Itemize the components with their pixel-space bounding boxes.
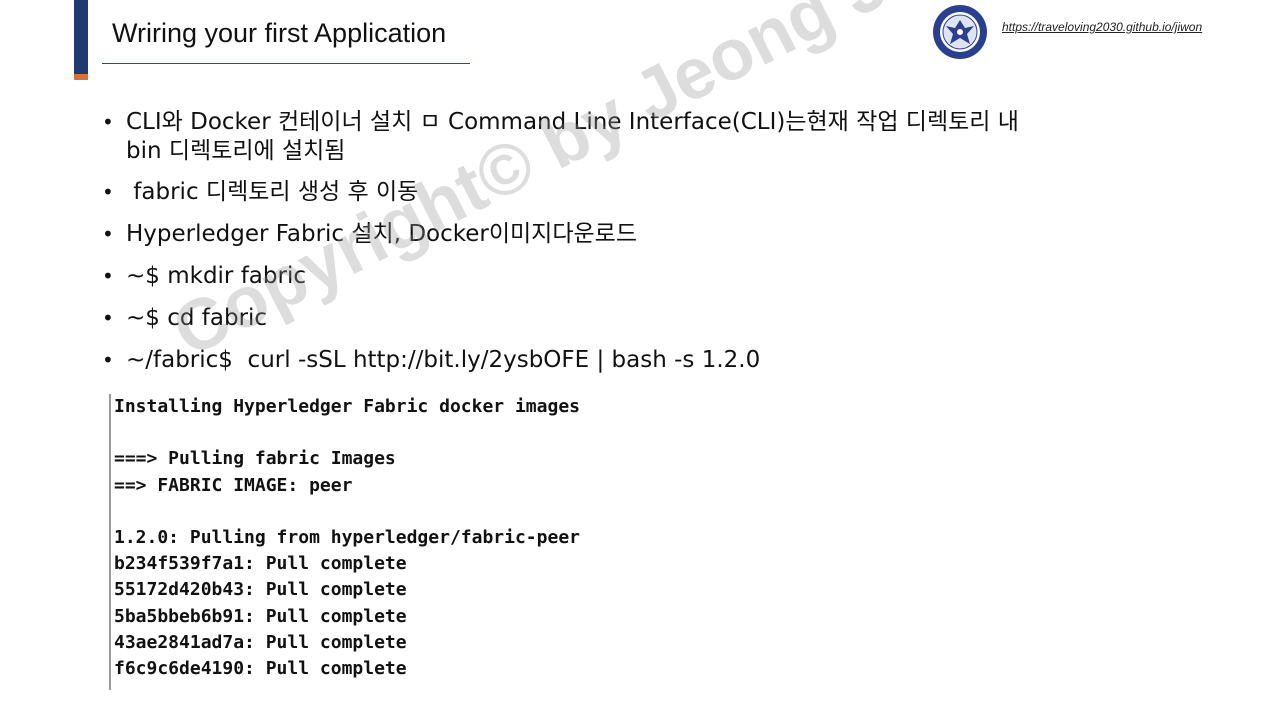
bullet-text: ~/fabric$ curl -sSL http://bit.ly/2ysbOF… xyxy=(126,347,761,373)
bullet-list: • CLI와 Docker 컨테이너 설치 ㅁ Command Line Int… xyxy=(100,108,1180,375)
bullet-dot: • xyxy=(102,180,114,204)
terminal-output-screenshot: Installing Hyperledger Fabric docker ima… xyxy=(109,394,701,690)
bullet-text: CLI와 Docker 컨테이너 설치 ㅁ Command Line Inter… xyxy=(126,109,1019,135)
terminal-line: ==> FABRIC IMAGE: peer xyxy=(114,474,353,496)
slide-title: Wriring your first Application xyxy=(112,18,447,48)
title-accent-bar-tip xyxy=(74,74,88,80)
source-url-link[interactable]: https://traveloving2030.github.io/jiwon xyxy=(1002,20,1202,34)
title-underline xyxy=(102,63,470,64)
bullet-item: • ~$ mkdir fabric xyxy=(100,262,1180,291)
bullet-text: ~$ mkdir fabric xyxy=(126,263,306,289)
title-accent-bar xyxy=(74,0,88,80)
bullet-text: Hyperledger Fabric 설치, Docker이미지다운로드 xyxy=(126,221,637,247)
bullet-item: • ~$ cd fabric xyxy=(100,304,1180,333)
terminal-line: 43ae2841ad7a: Pull complete xyxy=(114,631,407,653)
terminal-line: 5ba5bbeb6b91: Pull complete xyxy=(114,605,407,627)
terminal-line: Installing Hyperledger Fabric docker ima… xyxy=(114,396,580,417)
terminal-line: ===> Pulling fabric Images xyxy=(114,448,396,470)
terminal-line: 55172d420b43: Pull complete xyxy=(114,579,407,601)
bullet-text: ~$ cd fabric xyxy=(126,305,268,331)
bullet-item: • fabric 디렉토리 생성 후 이동 xyxy=(100,178,1180,207)
bullet-dot: • xyxy=(102,264,114,288)
bullet-item: • CLI와 Docker 컨테이너 설치 ㅁ Command Line Int… xyxy=(100,108,1180,166)
bullet-item: • ~/fabric$ curl -sSL http://bit.ly/2ysb… xyxy=(100,346,1180,375)
university-seal-icon xyxy=(933,5,987,59)
bullet-dot: • xyxy=(102,110,114,134)
terminal-line: b234f539f7a1: Pull complete xyxy=(114,553,407,575)
bullet-dot: • xyxy=(102,306,114,330)
bullet-text: fabric 디렉토리 생성 후 이동 xyxy=(126,179,419,205)
terminal-line: f6c9c6de4190: Pull complete xyxy=(114,658,407,680)
bullet-dot: • xyxy=(102,222,114,246)
bullet-item: • Hyperledger Fabric 설치, Docker이미지다운로드 xyxy=(100,220,1180,249)
bullet-text-continued: bin 디렉토리에 설치됨 xyxy=(126,138,346,164)
terminal-line: 1.2.0: Pulling from hyperledger/fabric-p… xyxy=(114,527,580,549)
bullet-dot: • xyxy=(102,348,114,372)
